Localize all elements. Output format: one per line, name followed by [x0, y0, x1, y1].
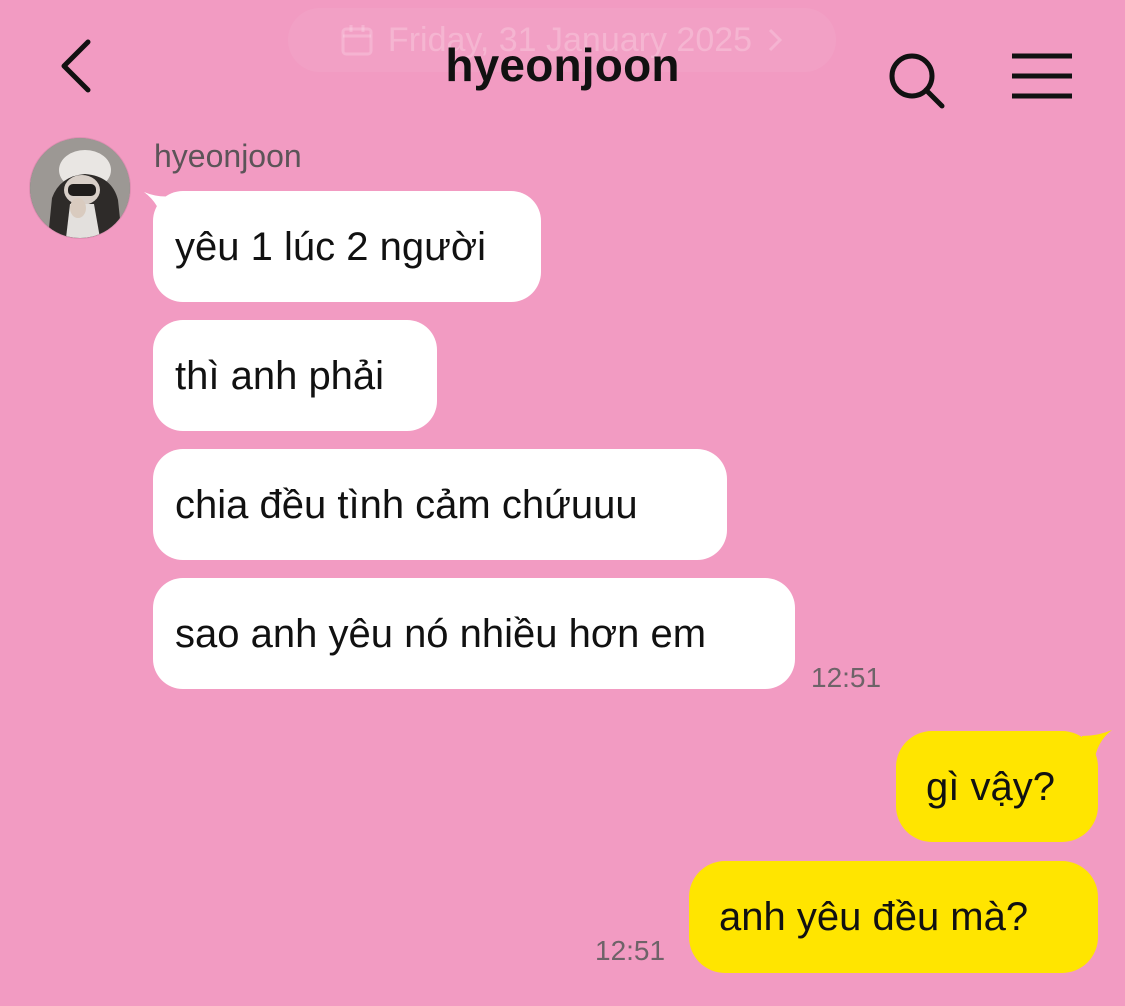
- avatar[interactable]: [30, 138, 130, 238]
- message-text: sao anh yêu nó nhiều hơn em: [175, 611, 707, 656]
- message-text: anh yêu đều mà?: [719, 895, 1029, 939]
- message-bubble-incoming[interactable]: chia đều tình cảm chứuuu: [153, 449, 727, 560]
- message-timestamp: 12:51: [811, 662, 882, 693]
- message-bubble-outgoing[interactable]: anh yêu đều mà?: [689, 861, 1098, 973]
- message-bubble-incoming[interactable]: thì anh phải: [153, 320, 437, 431]
- sender-name: hyeonjoon: [154, 138, 302, 174]
- avatar-photo: [30, 138, 130, 238]
- hamburger-menu-icon[interactable]: [1008, 48, 1076, 104]
- message-bubble-incoming[interactable]: sao anh yêu nó nhiều hơn em: [153, 578, 795, 689]
- message-timestamp: 12:51: [595, 935, 666, 966]
- message-bubble-incoming[interactable]: yêu 1 lúc 2 người: [153, 191, 541, 302]
- message-text: thì anh phải: [175, 353, 385, 398]
- message-text: gì vậy?: [926, 764, 1055, 809]
- chat-title: hyeonjoon: [445, 39, 680, 91]
- message-bubble-outgoing[interactable]: gì vậy?: [896, 731, 1098, 842]
- chat-header: Friday, 31 January 2025 hyeonjoon: [0, 0, 1125, 130]
- message-text: chia đều tình cảm chứuuu: [175, 482, 638, 527]
- message-text: yêu 1 lúc 2 người: [175, 224, 486, 269]
- search-icon[interactable]: [886, 50, 948, 112]
